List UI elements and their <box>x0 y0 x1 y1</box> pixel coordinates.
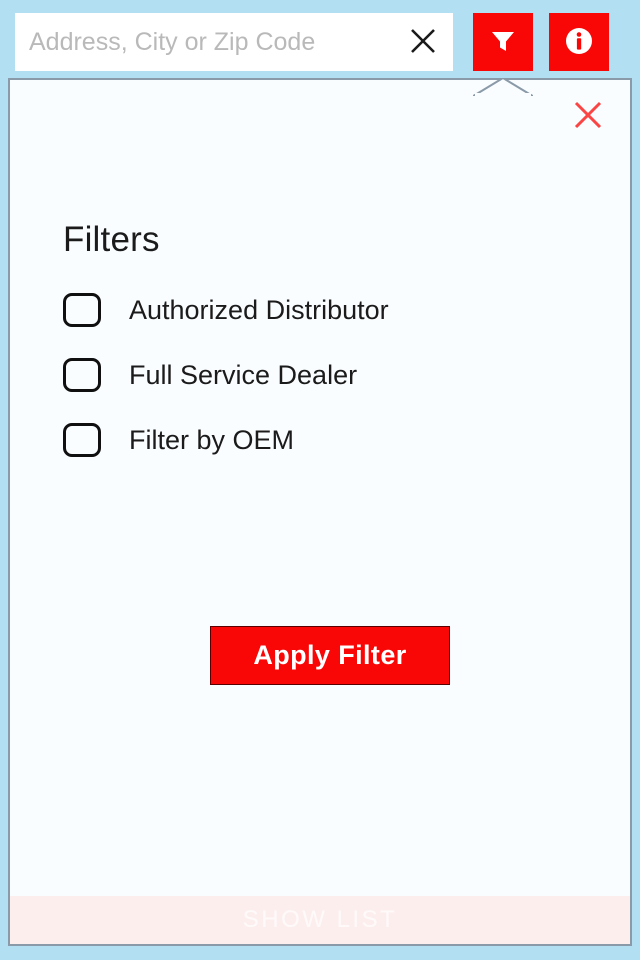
info-button[interactable] <box>549 13 609 71</box>
filter-option-full-service-dealer[interactable]: Full Service Dealer <box>63 353 583 397</box>
filter-option-label: Authorized Distributor <box>129 294 389 325</box>
search-field[interactable] <box>15 13 453 71</box>
top-toolbar <box>0 0 640 78</box>
filter-button[interactable] <box>473 13 533 71</box>
checkbox-filter-by-oem[interactable] <box>63 423 101 457</box>
filter-option-authorized-distributor[interactable]: Authorized Distributor <box>63 288 583 332</box>
checkbox-authorized-distributor[interactable] <box>63 293 101 327</box>
apply-filter-button[interactable]: Apply Filter <box>210 626 450 685</box>
close-x-icon <box>408 26 438 59</box>
search-input[interactable] <box>15 13 393 71</box>
filter-panel: Filters Authorized Distributor Full Serv… <box>8 78 632 946</box>
checkbox-full-service-dealer[interactable] <box>63 358 101 392</box>
close-panel-button[interactable] <box>566 94 610 138</box>
funnel-filter-icon <box>488 26 518 59</box>
show-list-button[interactable]: SHOW LIST <box>10 896 630 944</box>
filter-option-label: Full Service Dealer <box>129 359 358 390</box>
filter-option-label: Filter by OEM <box>129 424 295 455</box>
filter-options-list: Authorized Distributor Full Service Deal… <box>63 288 583 483</box>
filter-option-filter-by-oem[interactable]: Filter by OEM <box>63 418 583 462</box>
page-title: Filters <box>63 220 160 259</box>
close-x-icon <box>571 98 605 135</box>
panel-caret-icon <box>471 76 535 97</box>
show-list-label: SHOW LIST <box>242 906 398 933</box>
info-circle-icon <box>563 25 595 60</box>
clear-search-button[interactable] <box>393 13 453 71</box>
